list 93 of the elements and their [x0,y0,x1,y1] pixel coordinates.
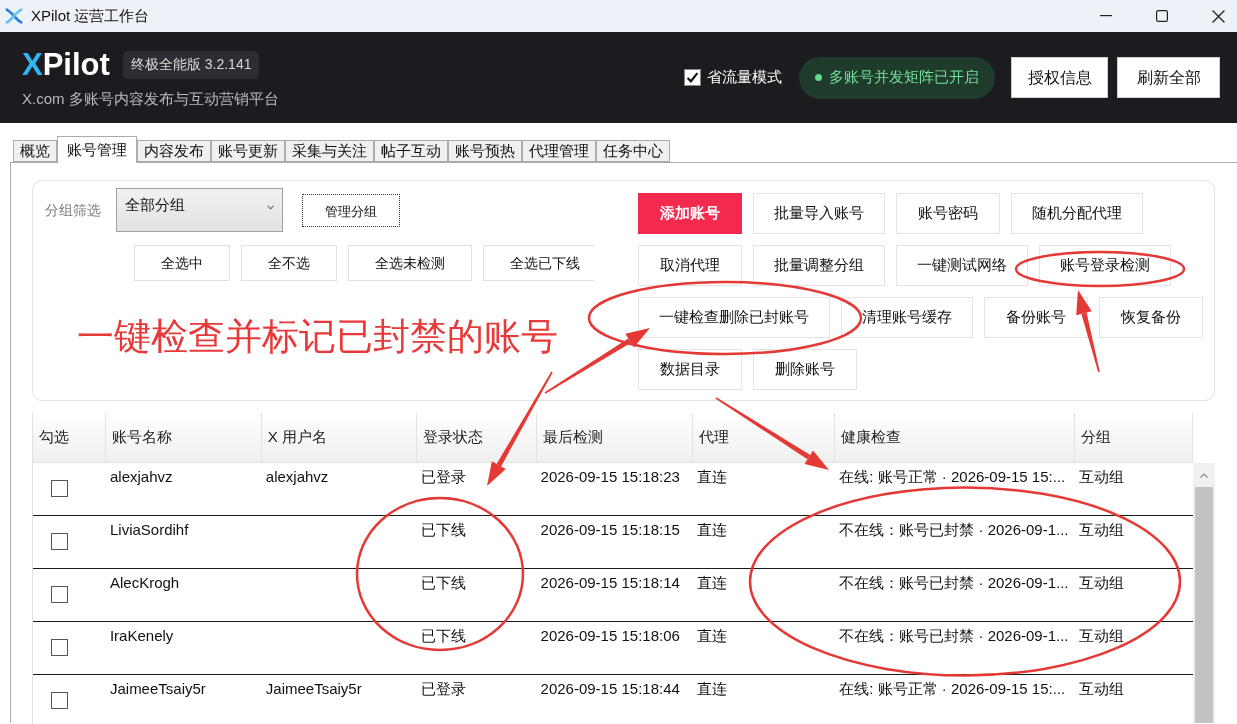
account-name: AlecKrogh [109,574,180,591]
column-header[interactable]: 账号名称 [105,413,262,463]
edition-badge: 终极全能版 3.2.141 [122,50,260,79]
login-status: 已登录 [420,680,466,697]
tab[interactable]: 代理管理 [522,140,596,162]
column-header[interactable]: 健康检查 [835,413,1076,463]
account-name: LiviaSordihf [109,521,189,538]
account-name: IraKenely [109,627,174,644]
group-name: 互动组 [1079,574,1125,591]
row-checkbox[interactable] [51,639,68,656]
annotation-caption: 一键检查并标记已封禁的账号 [77,315,559,359]
tab[interactable]: 账号管理 [57,136,137,163]
x-username: alexjahvz [265,468,329,485]
last-check-time: 2026-09-15 15:18:44 [540,680,680,697]
column-header[interactable]: 分组 [1075,413,1193,463]
status-dot-icon [815,74,822,81]
column-header[interactable]: 代理 [693,413,836,463]
login-status: 已下线 [420,574,466,591]
last-check-time: 2026-09-15 15:18:23 [540,468,680,485]
proxy-type: 直连 [697,574,728,591]
column-header[interactable]: 登录状态 [416,413,537,463]
header-button[interactable]: 刷新全部 [1117,57,1220,98]
window-title: XPilot 运营工作台 [31,6,150,26]
group-name: 互动组 [1079,627,1125,644]
close-icon [1212,9,1225,23]
tab[interactable]: 账号更新 [211,140,285,162]
select-filter-button[interactable]: 全选未检测 [348,245,472,281]
action-button[interactable]: 清理账号缓存 [841,297,973,338]
action-button[interactable]: 一键检查删除已封账号 [638,297,830,338]
tab[interactable]: 帖子互动 [374,140,448,162]
app-logo-icon [5,7,23,25]
action-button[interactable]: 账号密码 [896,193,1000,234]
chevron-down-icon [267,205,274,210]
login-status: 已下线 [420,627,466,644]
group-name: 互动组 [1079,521,1125,538]
status-text: 多账号并发矩阵已开启 [829,67,979,88]
proxy-type: 直连 [697,468,728,485]
login-status: 已下线 [420,521,466,538]
action-button[interactable]: 批量调整分组 [753,245,885,286]
group-filter-label: 分组筛选 [45,200,101,220]
scrollbar[interactable] [1193,463,1215,723]
scrollbar-thumb[interactable] [1195,487,1213,723]
action-button[interactable]: 取消代理 [638,245,742,286]
group-filter-select[interactable]: 全部分组 [116,188,283,232]
subtitle: X.com 多账号内容发布与互动营销平台 [22,88,279,109]
x-username: JaimeeTsaiy5r [265,680,362,697]
minimize-icon [1100,15,1112,17]
column-header[interactable]: 勾选 [33,413,106,463]
group-name: 互动组 [1079,468,1125,485]
maximize-icon [1156,10,1168,22]
column-header[interactable]: X 用户名 [261,413,417,463]
row-checkbox[interactable] [51,480,68,497]
select-filter-button[interactable]: 全选中 [134,245,230,281]
action-button[interactable]: 批量导入账号 [753,193,885,234]
health-status: 不在线：账号已封禁 · 2026-09-1... [839,574,1069,591]
scroll-up-icon[interactable] [1200,472,1208,478]
action-button[interactable]: 备份账号 [984,297,1088,338]
action-button[interactable]: 一键测试网络 [896,245,1028,286]
health-status: 不在线：账号已封禁 · 2026-09-1... [839,521,1069,538]
action-button[interactable]: 恢复备份 [1099,297,1203,338]
tab[interactable]: 概览 [13,140,57,162]
action-button[interactable]: 添加账号 [638,193,742,234]
proxy-type: 直连 [697,680,728,697]
health-status: 在线: 账号正常 · 2026-09-15 15:... [839,468,1066,485]
health-status: 不在线：账号已封禁 · 2026-09-1... [839,627,1069,644]
data-saver-label: 省流量模式 [707,67,782,88]
last-check-time: 2026-09-15 15:18:06 [540,627,680,644]
login-status: 已登录 [420,468,466,485]
tab[interactable]: 任务中心 [596,140,670,162]
last-check-time: 2026-09-15 15:18:15 [540,521,680,538]
tab[interactable]: 账号预热 [448,140,522,162]
action-button[interactable]: 删除账号 [753,349,857,390]
tab[interactable]: 内容发布 [137,140,211,162]
column-header[interactable]: 最后检测 [536,413,694,463]
proxy-type: 直连 [697,521,728,538]
proxy-type: 直连 [697,627,728,644]
logo-text: XPilot [22,46,110,83]
row-checkbox[interactable] [51,533,68,550]
header-button[interactable]: 授权信息 [1011,57,1108,98]
action-button[interactable]: 随机分配代理 [1011,193,1143,234]
health-status: 在线: 账号正常 · 2026-09-15 15:... [839,680,1066,697]
row-checkbox[interactable] [51,692,68,709]
row-checkbox[interactable] [51,586,68,603]
select-filter-button[interactable]: 全选已下线 [483,245,594,281]
action-button[interactable]: 数据目录 [638,349,742,390]
account-name: JaimeeTsaiy5r [109,680,206,697]
tab[interactable]: 采集与关注 [285,140,374,162]
group-name: 互动组 [1079,680,1125,697]
account-name: alexjahvz [109,468,173,485]
select-filter-button[interactable]: 全不选 [241,245,337,281]
data-saver-checkbox[interactable] [684,69,701,86]
last-check-time: 2026-09-15 15:18:14 [540,574,680,591]
manage-group-button[interactable]: 管理分组 [302,194,400,227]
